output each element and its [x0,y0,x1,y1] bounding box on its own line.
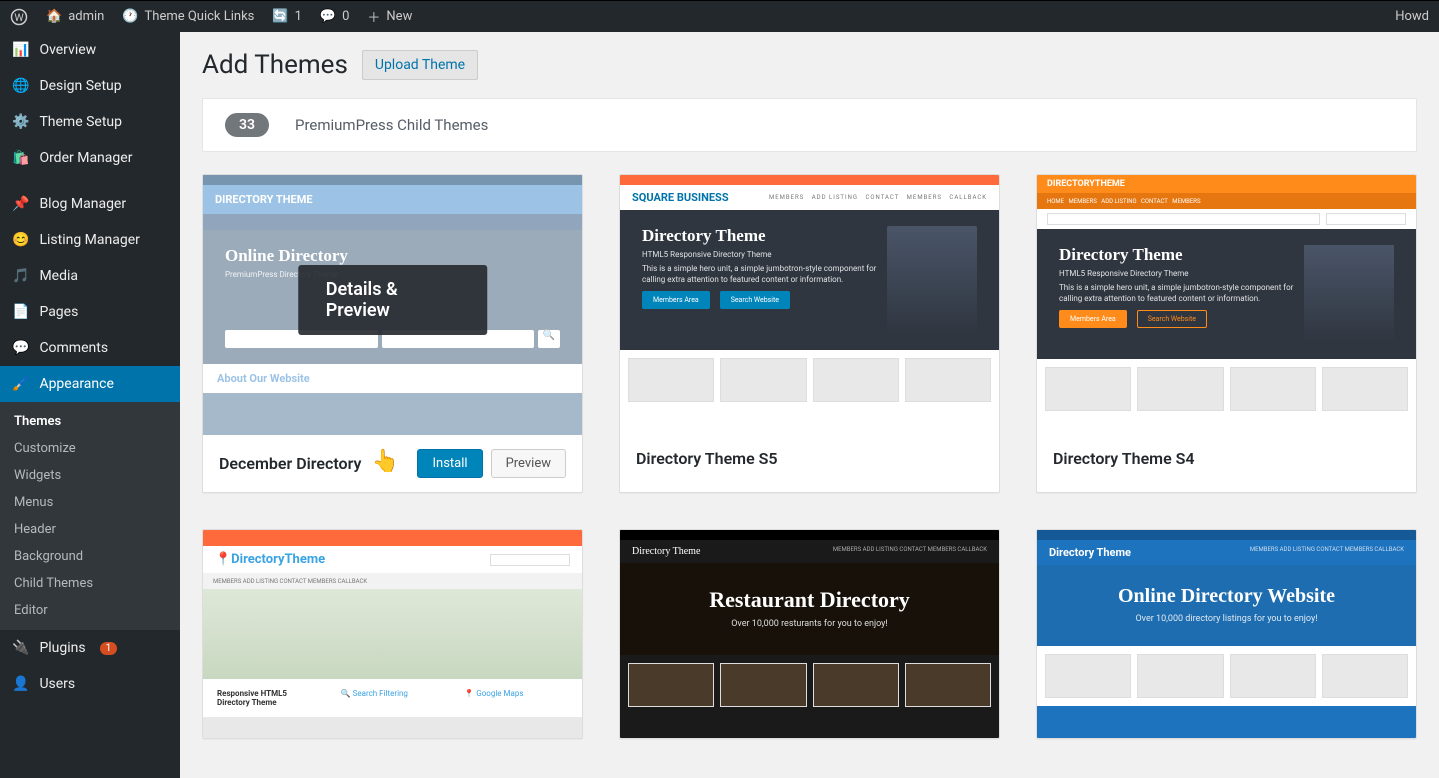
menu-appearance[interactable]: 🖌️ Appearance [0,366,180,402]
theme-card[interactable]: DIRECTORYTHEME HOME MEMBERS ADD LISTING … [1036,174,1417,493]
upload-theme-button[interactable]: Upload Theme [362,50,478,80]
submenu-widgets[interactable]: Widgets [0,462,180,489]
page-title: Add Themes [202,50,348,80]
theme-name: December Directory [219,454,361,473]
wp-logo[interactable]: W [10,8,28,26]
theme-preview-logo: Directory Theme [1049,546,1131,559]
main-content: Add Themes Upload Theme 33 PremiumPress … [180,32,1439,778]
theme-preview-hero: Directory Theme [1059,245,1304,265]
theme-name: Directory Theme S5 [636,449,778,468]
menu-order-manager[interactable]: 🛍️ Order Manager [0,140,180,176]
theme-card[interactable]: Directory Theme MEMBERS ADD LISTING CONT… [619,529,1000,739]
filter-label[interactable]: PremiumPress Child Themes [295,116,488,134]
install-button[interactable]: Install [417,449,482,478]
theme-preview-logo: DIRECTORYTHEME [1037,175,1416,193]
submenu-background[interactable]: Background [0,543,180,570]
theme-card[interactable]: SQUARE BUSINESS MEMBERS ADD LISTING CONT… [619,174,1000,493]
menu-comments[interactable]: 💬 Comments [0,330,180,366]
menu-design-setup[interactable]: 🌐 Design Setup [0,68,180,104]
theme-quick-links[interactable]: 🕐 Theme Quick Links [122,9,254,24]
svg-text:W: W [14,10,24,23]
themes-grid: DIRECTORY THEME Online Directory Premium… [202,174,1417,739]
theme-card[interactable]: DIRECTORY THEME Online Directory Premium… [202,174,583,493]
menu-theme-setup[interactable]: ⚙️ Theme Setup [0,104,180,140]
preview-button[interactable]: Preview [491,449,566,478]
menu-overview[interactable]: 📊 Overview [0,32,180,68]
details-preview-button[interactable]: Details & Preview [298,265,488,335]
menu-pages[interactable]: 📄 Pages [0,294,180,330]
admin-sidebar: 📊 Overview 🌐 Design Setup ⚙️ Theme Setup… [0,32,180,778]
theme-preview-logo: 📍DirectoryTheme [215,552,325,567]
howdy-user[interactable]: Howd [1395,9,1429,24]
submenu-editor[interactable]: Editor [0,597,180,624]
appearance-submenu: Themes Customize Widgets Menus Header Ba… [0,402,180,630]
theme-count: 33 [225,113,269,137]
comments-link[interactable]: 💬 0 [320,9,350,24]
site-link[interactable]: 🏠 admin [46,9,104,24]
theme-filter-bar: 33 PremiumPress Child Themes [202,98,1417,152]
theme-preview-hero: Online Directory [225,246,560,266]
menu-media[interactable]: 🎵 Media [0,258,180,294]
theme-name: Directory Theme S4 [1053,449,1195,468]
theme-preview-hero: Directory Theme [642,226,887,246]
admin-bar: W 🏠 admin 🕐 Theme Quick Links 🔄 1 💬 0 ＋ … [0,0,1439,32]
submenu-menus[interactable]: Menus [0,489,180,516]
menu-plugins[interactable]: 🔌 Plugins1 [0,630,180,666]
submenu-themes[interactable]: Themes [0,408,180,435]
theme-preview-logo: Directory Theme [632,546,700,557]
menu-listing-manager[interactable]: 😊 Listing Manager [0,222,180,258]
submenu-customize[interactable]: Customize [0,435,180,462]
theme-card[interactable]: 📍DirectoryTheme MEMBERS ADD LISTING CONT… [202,529,583,739]
theme-card[interactable]: Directory Theme MEMBERS ADD LISTING CONT… [1036,529,1417,739]
theme-preview-logo: SQUARE BUSINESS [632,191,729,204]
theme-preview-logo: DIRECTORY THEME [203,185,582,214]
submenu-child-themes[interactable]: Child Themes [0,570,180,597]
menu-users[interactable]: 👤 Users [0,666,180,702]
cursor-icon: 👆 [372,449,399,474]
theme-preview-hero: Restaurant Directory [630,587,989,613]
new-content[interactable]: ＋ New [367,7,412,26]
submenu-header[interactable]: Header [0,516,180,543]
updates-link[interactable]: 🔄 1 [272,9,302,24]
menu-blog-manager[interactable]: 📌 Blog Manager [0,186,180,222]
theme-preview-hero: Online Directory Website [1047,585,1406,608]
